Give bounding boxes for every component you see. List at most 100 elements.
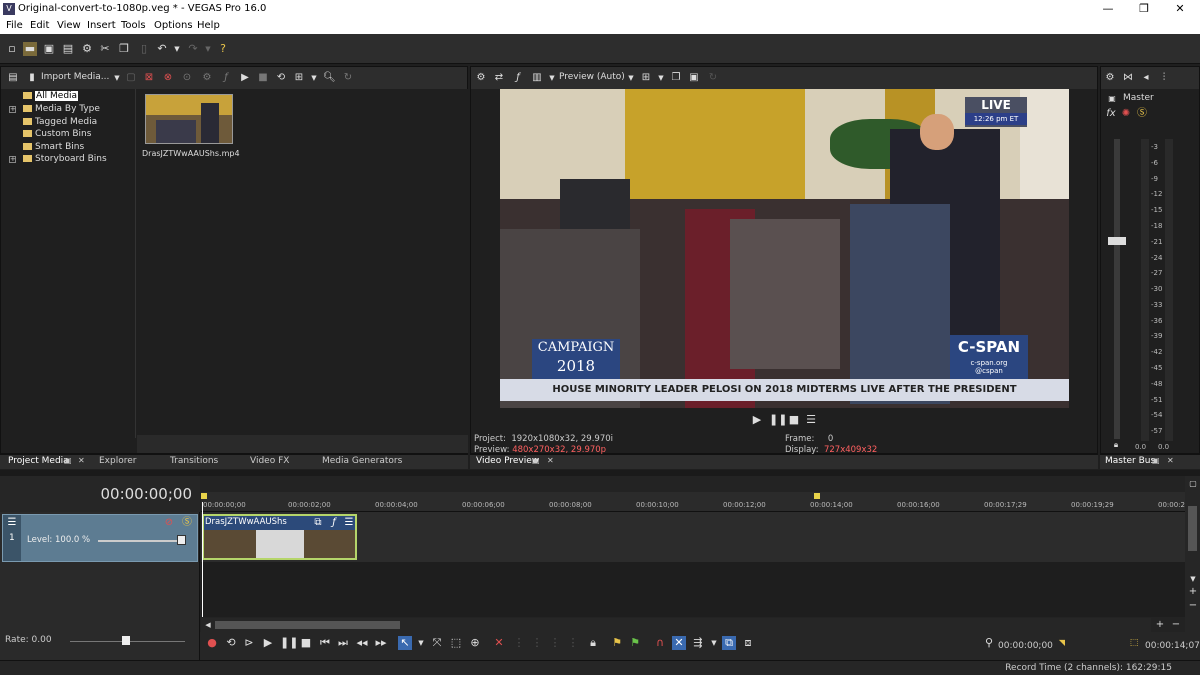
end-time[interactable]: 00:00:14;07 (1145, 641, 1200, 651)
split-icon[interactable]: ⋮ (566, 636, 580, 650)
zoom-tool-icon[interactable]: ⊕ (468, 636, 482, 650)
tree-custom-bins[interactable]: Custom Bins (23, 129, 91, 139)
rate-slider-handle[interactable] (122, 636, 130, 645)
auto-crossfade-icon[interactable]: ✕ (672, 636, 686, 650)
master-fader-handle[interactable] (1108, 237, 1126, 245)
vscroll-thumb[interactable] (1188, 506, 1197, 551)
hzoom-out-icon[interactable]: − (1170, 619, 1182, 631)
split-view-dropdown-icon[interactable]: ▼ (546, 72, 558, 84)
trim-icon[interactable]: ⋮ (512, 636, 526, 650)
timeline-hscroll[interactable]: ◀ (201, 618, 1151, 632)
ripple-edit-icon[interactable]: ⇶ (691, 636, 705, 650)
loop-icon[interactable]: ⟲ (224, 636, 238, 650)
video-track-header[interactable]: ☰ 1 ⊘ Ⓢ Level: 100.0 % (2, 514, 198, 562)
menu-file[interactable]: File (6, 20, 23, 31)
split-screen-icon[interactable]: ⇄ (493, 72, 505, 84)
preview-gear-icon[interactable]: ⚙ (475, 72, 487, 84)
zoom-out-icon[interactable]: − (1187, 600, 1199, 612)
menu-options[interactable]: Options (154, 20, 193, 31)
stop-icon[interactable]: ■ (299, 636, 313, 650)
loop-end-marker[interactable] (814, 493, 820, 499)
tab-video-fx[interactable]: Video FX (250, 456, 289, 466)
overlays-grid-icon[interactable]: ⊞ (640, 72, 652, 84)
tree-all-media[interactable]: All Media (23, 91, 79, 101)
go-to-start-icon[interactable]: ⏮︎ (318, 636, 332, 650)
menu-help[interactable]: Help (197, 20, 220, 31)
capture-icon[interactable]: ▢ (125, 72, 137, 84)
pause-icon[interactable]: ❚❚ (280, 636, 298, 650)
tab-close-icon[interactable]: ✕ (1167, 456, 1174, 465)
cut-icon[interactable]: ✂ (98, 42, 112, 56)
expand-icon[interactable]: + (9, 156, 16, 163)
tab-video-preview[interactable]: Video Preview (476, 456, 539, 466)
refresh-icon[interactable]: ↻ (342, 72, 354, 84)
new-project-icon[interactable]: ▫ (5, 42, 19, 56)
previous-frame-icon[interactable]: ◂◂ (355, 636, 369, 650)
remove-unused-icon[interactable]: ⊠ (143, 72, 155, 84)
clip-menu-icon[interactable]: ☰ (343, 517, 355, 529)
undo-icon[interactable]: ↶ (155, 42, 169, 56)
import-media-icon[interactable]: ▮ (26, 72, 38, 84)
preview-pause-icon[interactable]: ❚❚ (769, 414, 787, 426)
downmix-icon[interactable]: ⋈ (1122, 72, 1134, 84)
copy-icon[interactable]: ❐ (117, 42, 131, 56)
fader-lock-icon[interactable]: 🔒︎ (1110, 439, 1122, 451)
play-icon[interactable]: ▶ (261, 636, 275, 650)
tab-explorer[interactable]: Explorer (99, 456, 136, 466)
tab-float-icon[interactable]: ▣ (1152, 456, 1160, 465)
tab-project-media[interactable]: Project Media (8, 456, 69, 466)
save-as-icon[interactable]: ▤ (61, 42, 75, 56)
preview-quality-select[interactable]: Preview (Auto) (559, 72, 625, 82)
cursor-time[interactable]: 00:00:00;00 (998, 641, 1053, 651)
preview-menu-icon[interactable]: ☰ (805, 414, 817, 426)
tree-media-by-type[interactable]: Media By Type (23, 104, 100, 114)
play-preview-icon[interactable]: ▶ (239, 72, 251, 84)
media-menu-icon[interactable]: ▤ (7, 72, 19, 84)
track-mute-icon[interactable]: ⊘ (163, 517, 175, 529)
expand-icon[interactable]: + (9, 106, 16, 113)
play-from-start-icon[interactable]: ⊳ (242, 636, 256, 650)
close-button[interactable]: ✕ (1162, 0, 1198, 18)
hzoom-in-icon[interactable]: + (1154, 619, 1166, 631)
ripple-dropdown-icon[interactable]: ▼ (707, 636, 721, 650)
redo-icon[interactable]: ↷ (186, 42, 200, 56)
dim-output-icon[interactable]: ◂ (1140, 72, 1152, 84)
timeline-vscroll[interactable]: ▢ ▼ + − (1185, 476, 1200, 636)
save-icon[interactable]: ▣ (42, 42, 56, 56)
get-media-icon[interactable]: ⊙ (181, 72, 193, 84)
scroll-down-icon[interactable]: ▼ (1187, 573, 1199, 585)
track-solo-icon[interactable]: Ⓢ (181, 517, 193, 529)
video-output-fx-icon[interactable]: ƒ (512, 72, 524, 84)
sync-icon[interactable]: ↻ (707, 72, 719, 84)
delete-media-icon[interactable]: ⊗ (162, 72, 174, 84)
paste-icon[interactable]: ▯ (137, 42, 151, 56)
timeline-options-icon[interactable]: ▢ (1187, 478, 1199, 490)
normal-edit-tool-icon[interactable]: ↖ (398, 636, 412, 650)
master-solo-icon[interactable]: Ⓢ (1136, 108, 1148, 120)
redo-dropdown-icon[interactable]: ▼ (201, 42, 215, 56)
open-folder-icon[interactable]: ▬ (23, 42, 37, 56)
menu-edit[interactable]: Edit (30, 20, 49, 31)
menu-tools[interactable]: Tools (121, 20, 146, 31)
tree-tagged-media[interactable]: Tagged Media (23, 117, 97, 127)
lock-icon[interactable]: 🔒︎ (586, 636, 600, 650)
insert-region-icon[interactable]: ⚑ (628, 636, 642, 650)
menu-insert[interactable]: Insert (87, 20, 116, 31)
envelope-tool-icon[interactable]: ⤧ (430, 636, 444, 650)
delete-icon[interactable]: ✕ (492, 636, 506, 650)
search-media-icon[interactable]: 🔍︎ (323, 72, 336, 84)
tab-float-icon[interactable]: ▣ (64, 456, 72, 465)
edit-tool-dropdown-icon[interactable]: ▼ (414, 636, 428, 650)
tab-float-icon[interactable]: ▣ (532, 456, 540, 465)
media-file-name[interactable]: DrasJZTWwAAUShs.mp4 (142, 149, 240, 158)
clip-fx-icon[interactable]: ƒ (328, 517, 340, 529)
split-view-icon[interactable]: ▥ (531, 72, 543, 84)
snapping-icon[interactable]: ∩ (653, 636, 667, 650)
master-gear-icon[interactable]: ⚙ (1104, 72, 1116, 84)
quality-dropdown-icon[interactable]: ▼ (625, 72, 637, 84)
scroll-left-icon[interactable]: ◀ (202, 619, 214, 631)
master-checkbox-icon[interactable]: ▣ (1106, 93, 1118, 105)
maximize-button[interactable]: ❐ (1126, 0, 1162, 18)
selection-tool-icon[interactable]: ⬚ (449, 636, 463, 650)
auto-preview-icon[interactable]: ⟲ (275, 72, 287, 84)
